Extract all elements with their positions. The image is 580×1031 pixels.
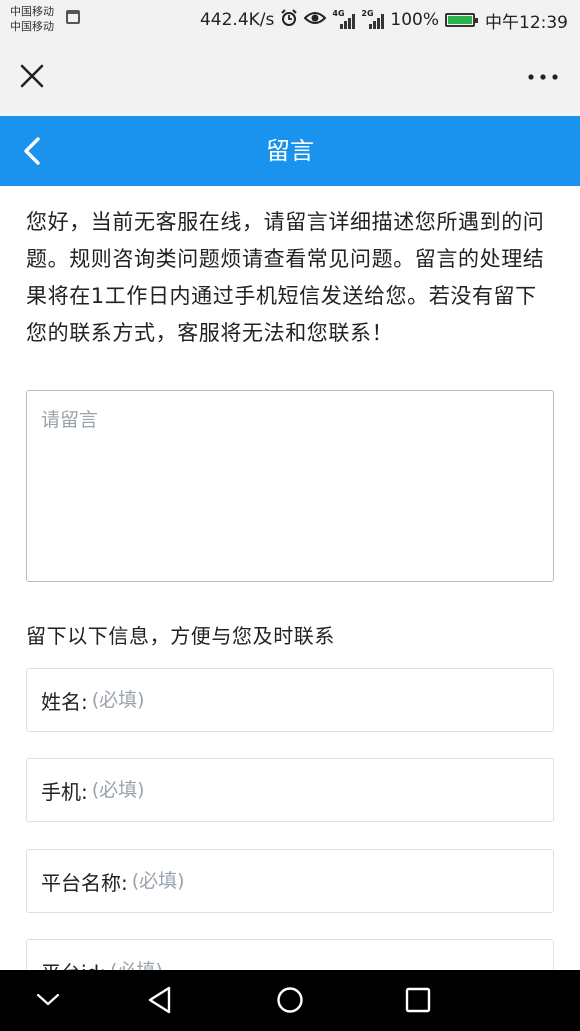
- eye-icon: [303, 10, 327, 31]
- status-bar: 中国移动 中国移动 442.4K/s 4G 2G 100% 中午12:39: [0, 0, 580, 40]
- nav-recents-button[interactable]: [396, 980, 440, 1020]
- carrier-info: 中国移动 中国移动: [10, 4, 54, 34]
- name-label: 姓名:: [41, 689, 88, 714]
- name-input[interactable]: [91, 680, 553, 720]
- message-textarea[interactable]: [26, 390, 554, 582]
- battery-icon: [445, 13, 478, 27]
- platform-name-field[interactable]: 平台名称:: [26, 849, 554, 913]
- net-speed: 442.4K/s: [199, 10, 275, 30]
- home-circle-icon: [277, 987, 303, 1013]
- phone-input[interactable]: [91, 770, 553, 810]
- platform-name-label: 平台名称:: [41, 870, 128, 895]
- clock: 中午12:39: [485, 12, 568, 33]
- back-button[interactable]: [14, 133, 50, 169]
- browser-toolbar: [0, 40, 580, 116]
- status-indicators: 442.4K/s 4G 2G 100% 中午12:39: [194, 8, 568, 33]
- page-header: 留言: [0, 116, 580, 186]
- phone-label: 手机:: [41, 779, 88, 804]
- platform-id-field[interactable]: 平台id:: [26, 939, 554, 970]
- back-triangle-icon: [148, 986, 171, 1014]
- nav-back-button[interactable]: [138, 980, 182, 1020]
- close-icon: [20, 64, 44, 88]
- alarm-icon: [280, 8, 298, 32]
- platform-name-input[interactable]: [131, 861, 553, 901]
- carrier-2: 中国移动: [10, 20, 54, 33]
- nav-home-button[interactable]: [268, 980, 312, 1020]
- system-nav-bar: [0, 970, 580, 1031]
- carrier-1: 中国移动: [10, 5, 54, 18]
- recents-square-icon: [405, 987, 431, 1013]
- message-form: 您好，当前无客服在线，请留言详细描述您所遇到的问题。规则咨询类问题烦请查看常见问…: [0, 186, 580, 970]
- signal-1-tag: 4G: [332, 9, 345, 18]
- signal-2-icon: 2G: [361, 9, 385, 29]
- platform-id-input[interactable]: [110, 951, 553, 970]
- battery-fill: [448, 16, 472, 24]
- hide-nav-button[interactable]: [26, 980, 70, 1020]
- close-button[interactable]: [14, 58, 50, 94]
- signal-1-icon: 4G: [332, 9, 356, 29]
- contact-info-heading: 留下以下信息，方便与您及时联系: [26, 624, 335, 648]
- platform-id-label: 平台id:: [41, 957, 106, 971]
- name-field[interactable]: 姓名:: [26, 668, 554, 732]
- battery-percent: 100%: [390, 10, 439, 30]
- page-title: 留言: [266, 137, 314, 165]
- more-button[interactable]: [526, 64, 560, 90]
- more-dots-icon: [528, 74, 558, 80]
- notice-text: 您好，当前无客服在线，请留言详细描述您所遇到的问题。规则咨询类问题烦请查看常见问…: [26, 210, 545, 345]
- sim-notification-icon: [66, 10, 80, 24]
- signal-2-tag: 2G: [361, 9, 374, 18]
- chevron-left-icon: [24, 137, 40, 165]
- phone-field[interactable]: 手机:: [26, 758, 554, 822]
- chevron-down-icon: [36, 993, 60, 1006]
